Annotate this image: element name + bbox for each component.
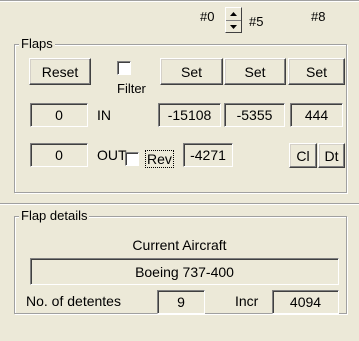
- incr-label: Incr: [235, 293, 259, 309]
- section-divider: [0, 203, 359, 205]
- in-value-8: 444: [290, 103, 343, 127]
- incr-value-field: 4094: [272, 290, 339, 314]
- detentes-label: No. of detentes: [26, 293, 121, 309]
- column-label-0: #0: [200, 9, 215, 24]
- in-value-field: 0: [30, 103, 88, 127]
- flaps-group-legend: Flaps: [19, 36, 55, 51]
- index-spinner[interactable]: [225, 7, 242, 33]
- aircraft-name-field: Boeing 737-400: [30, 258, 339, 285]
- column-label-8: #8: [311, 9, 326, 24]
- flap-details-legend: Flap details: [19, 208, 90, 223]
- in-value-5: -5355: [224, 103, 285, 127]
- out-value-field: 0: [30, 143, 88, 167]
- current-aircraft-label: Current Aircraft: [132, 237, 227, 253]
- set-button-0[interactable]: Set: [160, 58, 223, 85]
- set-button-8[interactable]: Set: [288, 58, 345, 85]
- spinner-up-arrow-icon[interactable]: [226, 8, 241, 20]
- reset-button[interactable]: Reset: [29, 58, 91, 85]
- filter-checkbox[interactable]: [117, 61, 131, 75]
- spinner-down-arrow-icon[interactable]: [226, 20, 241, 32]
- dt-button[interactable]: Dt: [318, 143, 345, 168]
- filter-label: Filter: [117, 81, 146, 96]
- rev-checkbox[interactable]: [125, 152, 139, 166]
- out-label: OUT: [97, 147, 127, 163]
- cl-button[interactable]: Cl: [289, 143, 317, 168]
- detentes-value-field: 9: [157, 290, 205, 314]
- in-label: IN: [97, 107, 111, 123]
- out-value-2: -4271: [183, 143, 233, 167]
- in-value-0: -15108: [158, 103, 221, 127]
- rev-label[interactable]: Rev: [145, 150, 174, 168]
- set-button-5[interactable]: Set: [224, 58, 286, 85]
- top-divider: [0, 0, 359, 2]
- column-label-5: #5: [249, 14, 264, 29]
